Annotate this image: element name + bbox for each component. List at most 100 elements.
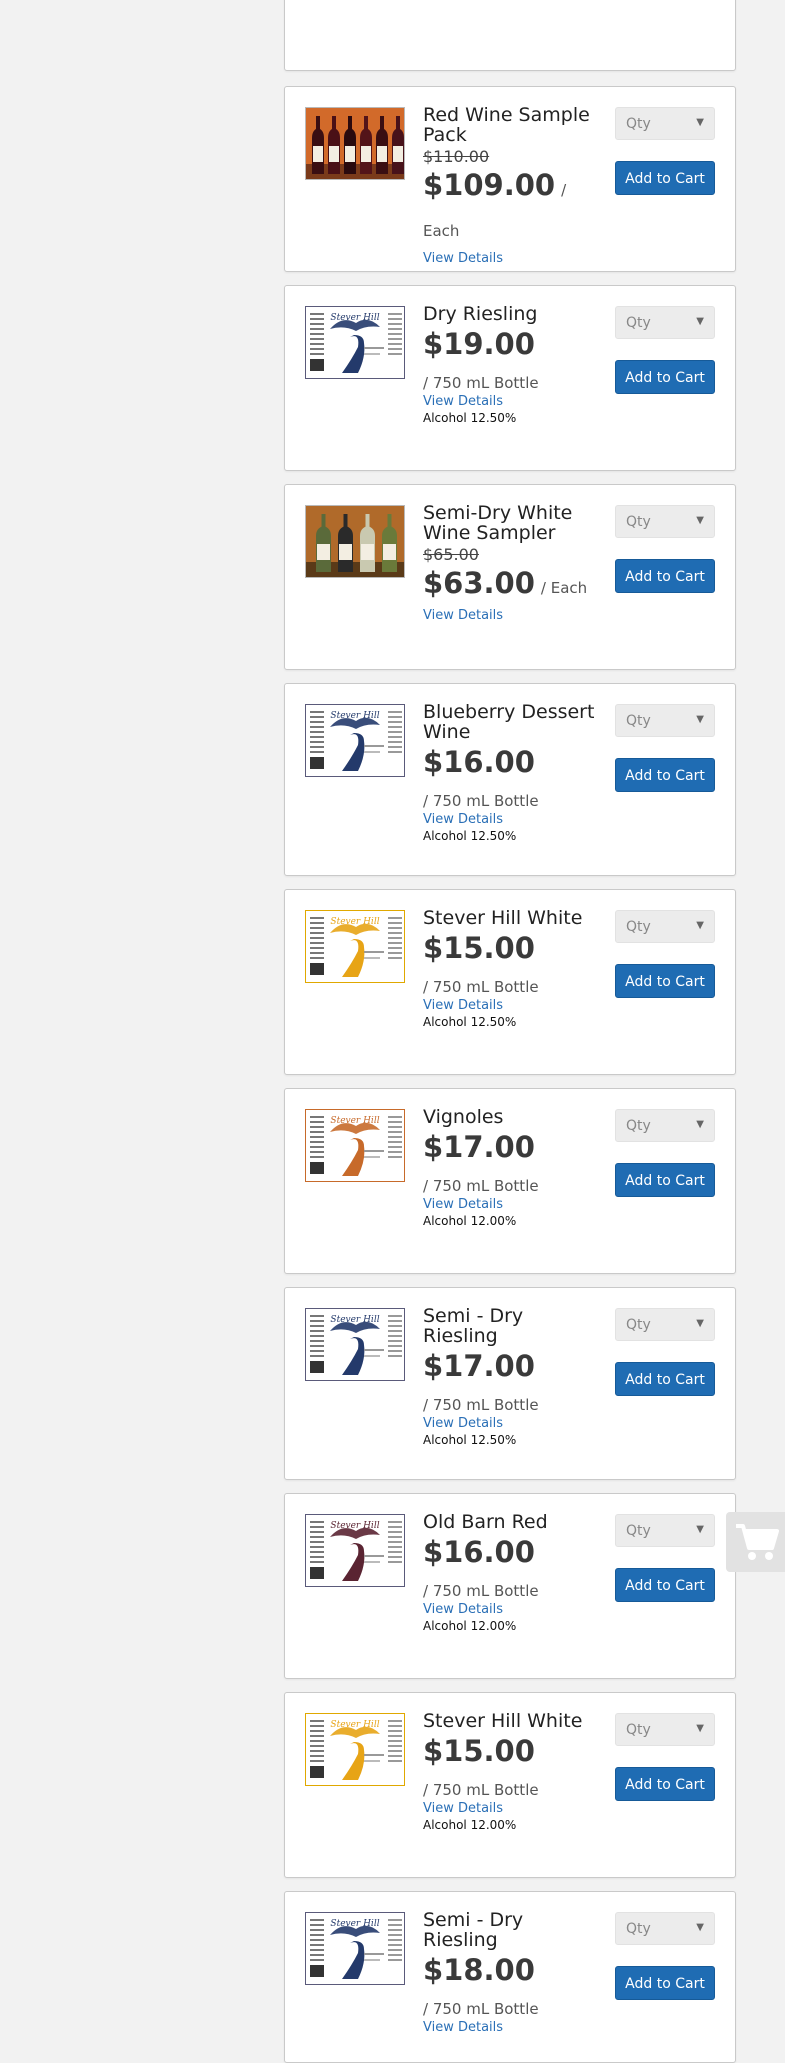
- product-card: Stever Hill Vignoles $17.00 / 750 mL Bottl…: [284, 1088, 736, 1274]
- product-name[interactable]: Old Barn Red: [423, 1512, 595, 1532]
- view-details-link[interactable]: View Details: [423, 1416, 595, 1432]
- svg-text:Stever Hill: Stever Hill: [330, 1720, 379, 1730]
- product-name[interactable]: Stever Hill White: [423, 908, 595, 928]
- price-unit: / 750 mL Bottle: [423, 792, 539, 810]
- price-unit: / 750 mL Bottle: [423, 2000, 539, 2018]
- quantity-select[interactable]: Qty ▼: [615, 306, 715, 339]
- product-info: Stever Hill White $15.00 / 750 mL Bottle Vi…: [423, 1711, 595, 1833]
- price-value: $15.00: [423, 1734, 535, 1768]
- quantity-placeholder: Qty: [626, 1317, 651, 1333]
- price-value: $16.00: [423, 1535, 535, 1569]
- product-info: Semi - Dry Riesling $18.00 / 750 mL Bottle…: [423, 1910, 595, 2036]
- view-details-link[interactable]: View Details: [423, 812, 595, 828]
- sale-price: $63.00 / Each: [423, 565, 595, 606]
- product-info: Semi - Dry Riesling $17.00 / 750 mL Bottle…: [423, 1306, 595, 1448]
- product-image[interactable]: Stever Hill: [305, 1514, 405, 1587]
- alcohol-content: Alcohol 12.50%: [423, 411, 517, 425]
- quantity-select[interactable]: Qty ▼: [615, 1514, 715, 1547]
- add-to-cart-button[interactable]: Add to Cart: [615, 964, 715, 998]
- price-value: $18.00: [423, 1953, 535, 1987]
- chevron-down-icon: ▼: [696, 117, 704, 128]
- product-card: Red Wine Sample Pack $110.00 $109.00/ Each…: [284, 86, 736, 272]
- product-name[interactable]: Semi - Dry Riesling: [423, 1910, 595, 1950]
- quantity-placeholder: Qty: [626, 919, 651, 935]
- product-card: Semi-Dry White Wine Sampler $65.00 $63.00 /…: [284, 484, 736, 670]
- chevron-down-icon: ▼: [696, 714, 704, 725]
- mini-cart-button[interactable]: 0: [726, 1512, 785, 1572]
- product-info: Vignoles $17.00 / 750 mL Bottle View Detail…: [423, 1107, 595, 1229]
- chevron-down-icon: ▼: [696, 1922, 704, 1933]
- quantity-select[interactable]: Qty ▼: [615, 1713, 715, 1746]
- chevron-down-icon: ▼: [696, 316, 704, 327]
- add-to-cart-button[interactable]: Add to Cart: [615, 758, 715, 792]
- quantity-select[interactable]: Qty ▼: [615, 910, 715, 943]
- quantity-select[interactable]: Qty ▼: [615, 704, 715, 737]
- product-info: Stever Hill White $15.00 / 750 mL Bottle Vi…: [423, 908, 595, 1030]
- product-name[interactable]: Blueberry Dessert Wine: [423, 702, 595, 742]
- product-info: Old Barn Red $16.00 / 750 mL Bottle View De…: [423, 1512, 595, 1634]
- product-image[interactable]: Stever Hill: [305, 1912, 405, 1985]
- product-name[interactable]: Vignoles: [423, 1107, 595, 1127]
- chevron-down-icon: ▼: [696, 1318, 704, 1329]
- product-image[interactable]: Stever Hill: [305, 1308, 405, 1381]
- svg-text:Stever Hill: Stever Hill: [330, 1919, 379, 1929]
- add-to-cart-button[interactable]: Add to Cart: [615, 1966, 715, 2000]
- price-unit: / 750 mL Bottle: [423, 1582, 539, 1600]
- price-value: $19.00: [423, 327, 535, 361]
- product-name[interactable]: Semi-Dry White Wine Sampler: [423, 503, 595, 543]
- quantity-select[interactable]: Qty ▼: [615, 505, 715, 538]
- svg-text:Stever Hill: Stever Hill: [330, 313, 379, 323]
- view-details-link[interactable]: View Details: [423, 998, 595, 1014]
- product-name[interactable]: Stever Hill White: [423, 1711, 595, 1731]
- product-image[interactable]: Stever Hill: [305, 1109, 405, 1182]
- svg-text:Stever Hill: Stever Hill: [330, 711, 379, 721]
- view-details-link[interactable]: View Details: [423, 1801, 595, 1817]
- svg-text:Stever Hill: Stever Hill: [330, 917, 379, 927]
- price-unit: / 750 mL Bottle: [423, 1781, 539, 1799]
- product-name[interactable]: Red Wine Sample Pack: [423, 105, 595, 145]
- view-details-link[interactable]: View Details: [423, 251, 595, 267]
- quantity-placeholder: Qty: [626, 713, 651, 729]
- product-image[interactable]: Stever Hill: [305, 910, 405, 983]
- chevron-down-icon: ▼: [696, 1119, 704, 1130]
- add-to-cart-button[interactable]: Add to Cart: [615, 559, 715, 593]
- price-value: $15.00: [423, 931, 535, 965]
- add-to-cart-button[interactable]: Add to Cart: [615, 360, 715, 394]
- quantity-select[interactable]: Qty ▼: [615, 1308, 715, 1341]
- product-card: Stever Hill Blueberry Dessert Wine $16.00…: [284, 683, 736, 876]
- svg-text:Stever Hill: Stever Hill: [330, 1521, 379, 1531]
- chevron-down-icon: ▼: [696, 515, 704, 526]
- view-details-link[interactable]: View Details: [423, 1602, 595, 1618]
- original-price: $65.00: [423, 545, 479, 564]
- add-to-cart-button[interactable]: Add to Cart: [615, 1568, 715, 1602]
- view-details-link[interactable]: View Details: [423, 394, 595, 410]
- svg-text:Stever Hill: Stever Hill: [330, 1116, 379, 1126]
- chevron-down-icon: ▼: [696, 920, 704, 931]
- price-value: $63.00: [423, 566, 535, 600]
- quantity-select[interactable]: Qty ▼: [615, 107, 715, 140]
- view-details-link[interactable]: View Details: [423, 2020, 595, 2036]
- product-image[interactable]: [305, 107, 405, 180]
- alcohol-content: Alcohol 12.50%: [423, 1015, 517, 1029]
- view-details-link[interactable]: View Details: [423, 608, 595, 624]
- product-image[interactable]: Stever Hill: [305, 306, 405, 379]
- product-card: Stever Hill Dry Riesling $19.00 / 750 mL B…: [284, 285, 736, 471]
- product-name[interactable]: Semi - Dry Riesling: [423, 1306, 595, 1346]
- add-to-cart-button[interactable]: Add to Cart: [615, 161, 715, 195]
- add-to-cart-button[interactable]: Add to Cart: [615, 1163, 715, 1197]
- quantity-select[interactable]: Qty ▼: [615, 1109, 715, 1142]
- view-details-link[interactable]: View Details: [423, 1197, 595, 1213]
- quantity-select[interactable]: Qty ▼: [615, 1912, 715, 1945]
- price-unit: / Each: [540, 579, 588, 597]
- quantity-placeholder: Qty: [626, 1118, 651, 1134]
- product-image[interactable]: Stever Hill: [305, 1713, 405, 1786]
- sale-price: $109.00/ Each: [423, 167, 595, 249]
- quantity-placeholder: Qty: [626, 116, 651, 132]
- product-name[interactable]: Dry Riesling: [423, 304, 595, 324]
- original-price: $110.00: [423, 147, 490, 166]
- quantity-placeholder: Qty: [626, 315, 651, 331]
- add-to-cart-button[interactable]: Add to Cart: [615, 1767, 715, 1801]
- product-image[interactable]: Stever Hill: [305, 704, 405, 777]
- product-image[interactable]: [305, 505, 405, 578]
- add-to-cart-button[interactable]: Add to Cart: [615, 1362, 715, 1396]
